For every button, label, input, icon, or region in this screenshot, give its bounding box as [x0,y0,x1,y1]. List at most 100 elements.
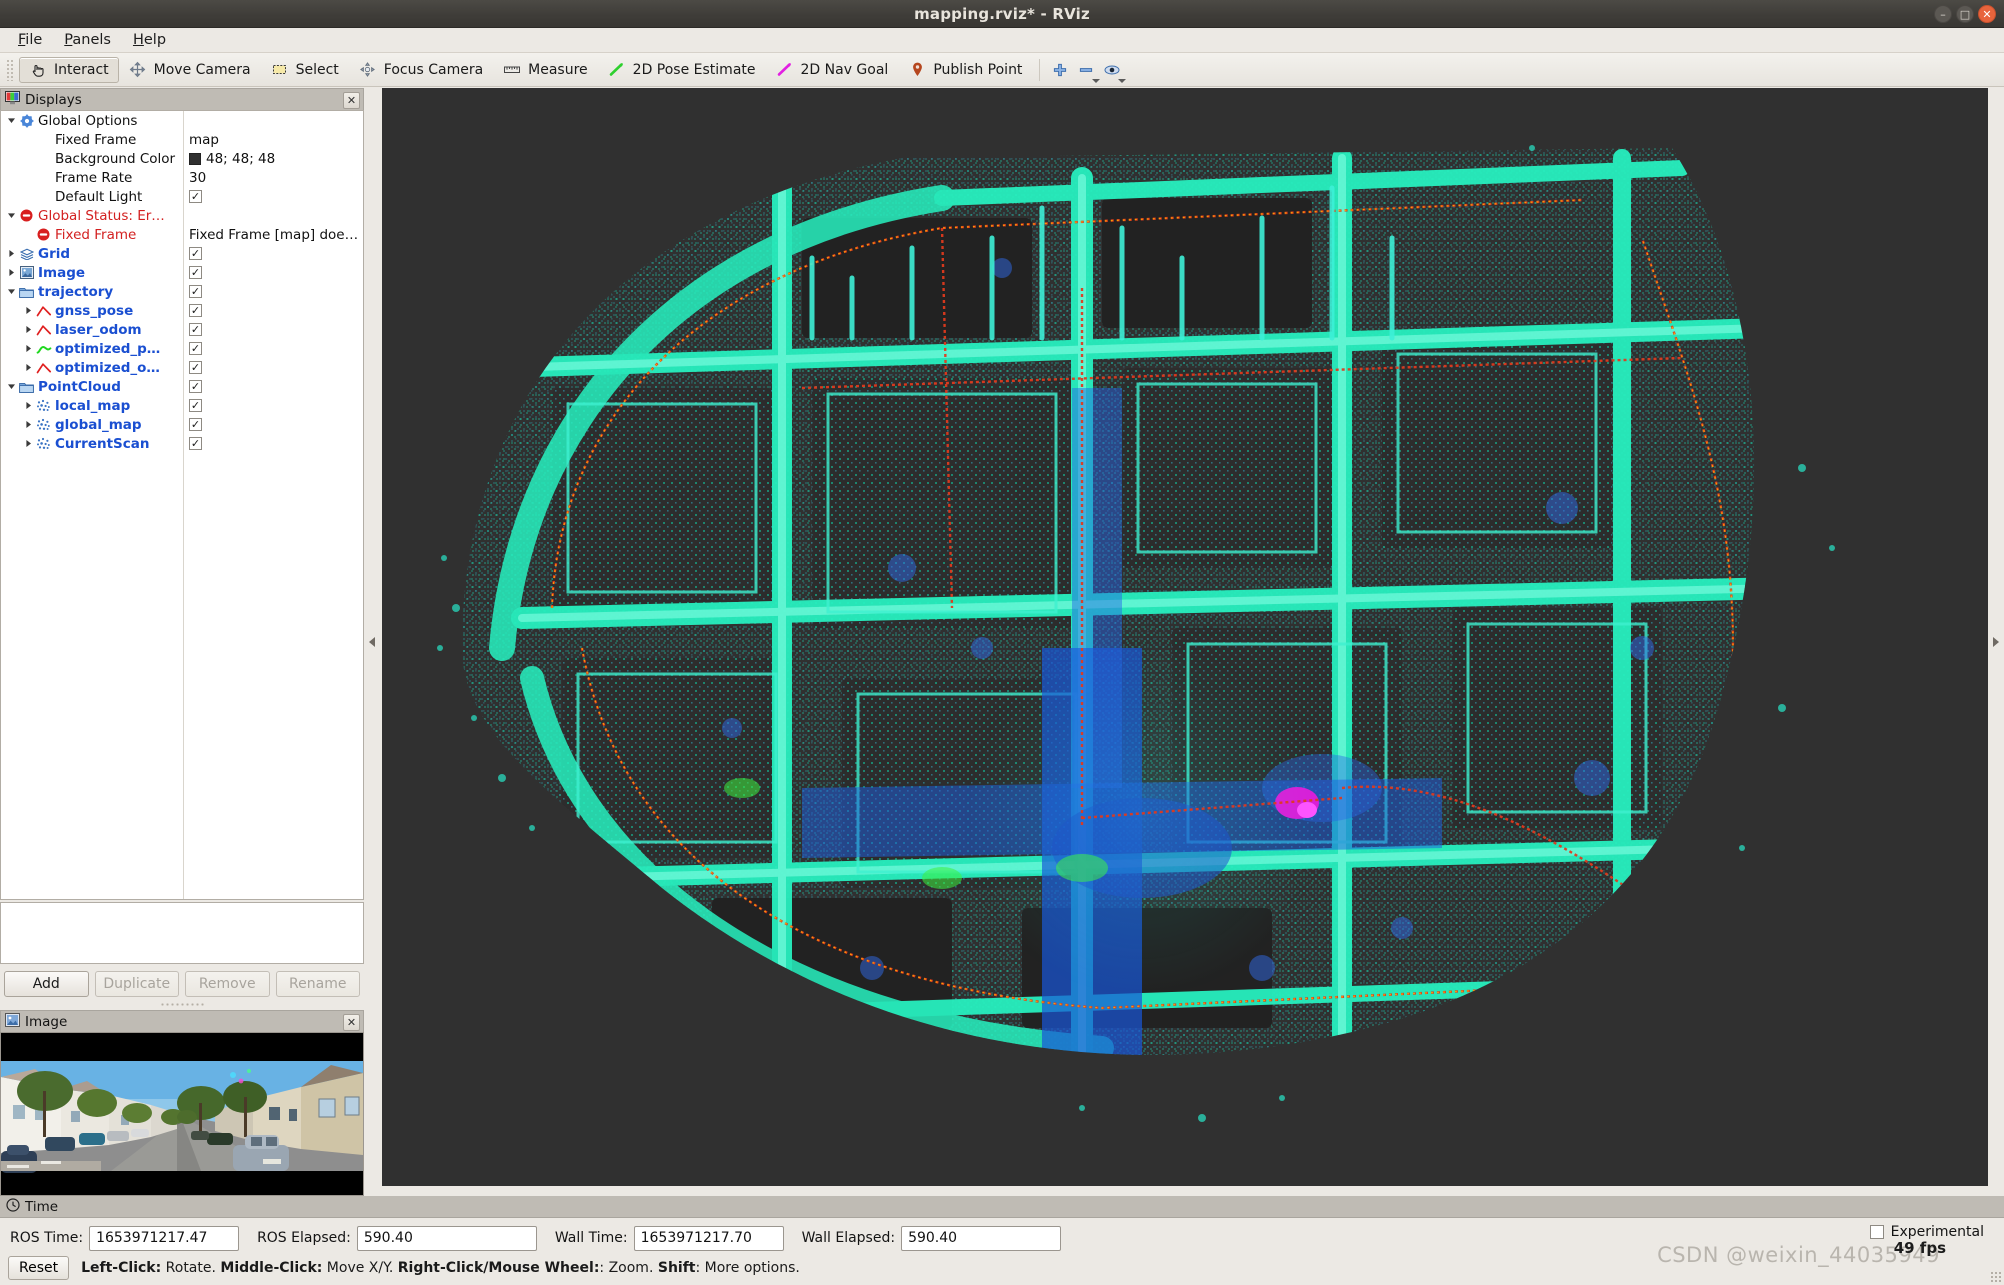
chevron-right-icon[interactable] [22,358,35,377]
tree-row-optimized-p[interactable]: optimized_p… ✓ [1,339,363,358]
chevron-right-icon[interactable] [22,434,35,453]
enable-checkbox[interactable]: ✓ [189,190,202,203]
chevron-right-icon[interactable] [22,339,35,358]
tree-row-fixed-frame[interactable]: Fixed Frame Fixed Frame [map] doe… [1,225,363,244]
chevron-right-icon[interactable] [5,244,18,263]
tree-row-value[interactable]: ✓ [189,361,202,374]
close-button[interactable]: ✕ [1978,5,1996,23]
enable-checkbox[interactable]: ✓ [189,437,202,450]
render-view-3d[interactable] [382,88,1988,1186]
enable-checkbox[interactable]: ✓ [189,380,202,393]
tree-row-frame-rate[interactable]: Frame Rate 30 [1,168,363,187]
tree-row-value[interactable]: ✓ [189,190,202,203]
enable-checkbox[interactable]: ✓ [189,266,202,279]
tree-row-label: Fixed Frame [55,131,137,148]
tree-row-global-status-er[interactable]: Global Status: Er… [1,206,363,225]
chevron-down-icon[interactable] [5,206,18,225]
tree-row-value[interactable]: ✓ [189,266,202,279]
collapse-left-arrow-icon[interactable] [369,637,375,647]
experimental-checkbox[interactable] [1869,1225,1884,1239]
tool-move-camera[interactable]: Move Camera [119,57,261,83]
experimental-toggle[interactable]: Experimental [1869,1224,1984,1240]
plus-icon[interactable] [1047,57,1073,83]
tree-row-default-light[interactable]: Default Light ✓ [1,187,363,206]
camera-image-view[interactable] [0,1032,364,1196]
menu-help[interactable]: Help [123,29,176,51]
enable-checkbox[interactable]: ✓ [189,285,202,298]
tree-row-image[interactable]: Image ✓ [1,263,363,282]
displays-tree[interactable]: Global Options Fixed Frame map Background C… [0,110,364,900]
toolbar-grip[interactable] [6,58,15,81]
tree-row-local-map[interactable]: local_map ✓ [1,396,363,415]
enable-checkbox[interactable]: ✓ [189,361,202,374]
tree-row-label: Default Light [55,188,143,205]
tree-row-fixed-frame[interactable]: Fixed Frame map [1,130,363,149]
minimize-button[interactable]: – [1934,5,1952,23]
chevron-down-icon[interactable] [5,377,18,396]
tree-row-trajectory[interactable]: trajectory ✓ [1,282,363,301]
tool-2d-pose-estimate[interactable]: 2D Pose Estimate [598,57,766,83]
tree-row-grid[interactable]: Grid ✓ [1,244,363,263]
tree-row-background-color[interactable]: Background Color 48; 48; 48 [1,149,363,168]
menu-panels[interactable]: Panels [54,29,121,51]
resize-grip[interactable] [1990,1271,2002,1283]
chevron-right-icon[interactable] [5,263,18,282]
tree-row-value[interactable]: ✓ [189,285,202,298]
image-panel-close-icon[interactable]: ✕ [343,1013,360,1031]
displays-panel-close-icon[interactable]: ✕ [343,91,360,109]
tool-publish-point[interactable]: Publish Point [898,57,1032,83]
tree-row-value[interactable]: ✓ [189,342,202,355]
panel-splitter-handle[interactable] [160,1002,204,1008]
tree-row-value[interactable]: ✓ [189,399,202,412]
menu-file[interactable]: File [8,29,52,51]
tool-interact[interactable]: Interact [19,56,119,83]
add-button[interactable]: Add [4,971,89,997]
tool-focus-camera[interactable]: Focus Camera [349,57,493,83]
tree-row-value[interactable]: ✓ [189,437,202,450]
tree-row-global-map[interactable]: global_map ✓ [1,415,363,434]
rename-button[interactable]: Rename [275,971,360,997]
tree-row-value[interactable]: ✓ [189,418,202,431]
tree-row-gnss-pose[interactable]: gnss_pose ✓ [1,301,363,320]
chevron-right-icon[interactable] [22,396,35,415]
tree-row-value[interactable]: ✓ [189,323,202,336]
tree-row-optimized-o[interactable]: optimized_o… ✓ [1,358,363,377]
wall-time-field[interactable]: 1653971217.70 [633,1225,784,1251]
tree-row-value[interactable]: ✓ [189,304,202,317]
minus-icon[interactable] [1073,57,1101,83]
enable-checkbox[interactable]: ✓ [189,399,202,412]
tree-row-value[interactable]: ✓ [189,380,202,393]
maximize-button[interactable]: □ [1956,5,1974,23]
eye-dropdown-caret[interactable] [1118,78,1127,83]
enable-checkbox[interactable]: ✓ [189,418,202,431]
expand-right-arrow-icon[interactable] [1993,637,1999,647]
tree-row-value[interactable]: ✓ [189,247,202,260]
chevron-down-icon[interactable] [5,282,18,301]
chevron-right-icon[interactable] [22,301,35,320]
enable-checkbox[interactable]: ✓ [189,247,202,260]
remove-button[interactable]: Remove [185,971,270,997]
chevron-right-icon[interactable] [22,320,35,339]
tree-row-laser-odom[interactable]: laser_odom ✓ [1,320,363,339]
tree-row-pointcloud[interactable]: PointCloud ✓ [1,377,363,396]
reset-button[interactable]: Reset [8,1256,70,1280]
wall-elapsed-field[interactable]: 590.40 [901,1225,1062,1251]
tree-row-global-options[interactable]: Global Options [1,111,363,130]
tree-row-value[interactable]: 48; 48; 48 [189,151,275,167]
tool-select[interactable]: Select [261,57,349,83]
tool-2d-nav-goal[interactable]: 2D Nav Goal [766,57,899,83]
chevron-down-icon[interactable] [5,111,18,130]
tool-measure[interactable]: Measure [493,57,598,83]
ros-elapsed-field[interactable]: 590.40 [356,1225,537,1251]
chevron-right-icon[interactable] [22,415,35,434]
color-swatch[interactable] [189,152,201,165]
enable-checkbox[interactable]: ✓ [189,342,202,355]
right-dock-splitter[interactable] [1990,88,2002,1196]
duplicate-button[interactable]: Duplicate [94,971,179,997]
ros-time-field[interactable]: 1653971217.47 [89,1225,240,1251]
eye-icon[interactable] [1099,57,1127,83]
tree-row-currentscan[interactable]: CurrentScan ✓ [1,434,363,453]
left-dock-splitter[interactable] [364,88,380,1196]
enable-checkbox[interactable]: ✓ [189,304,202,317]
enable-checkbox[interactable]: ✓ [189,323,202,336]
